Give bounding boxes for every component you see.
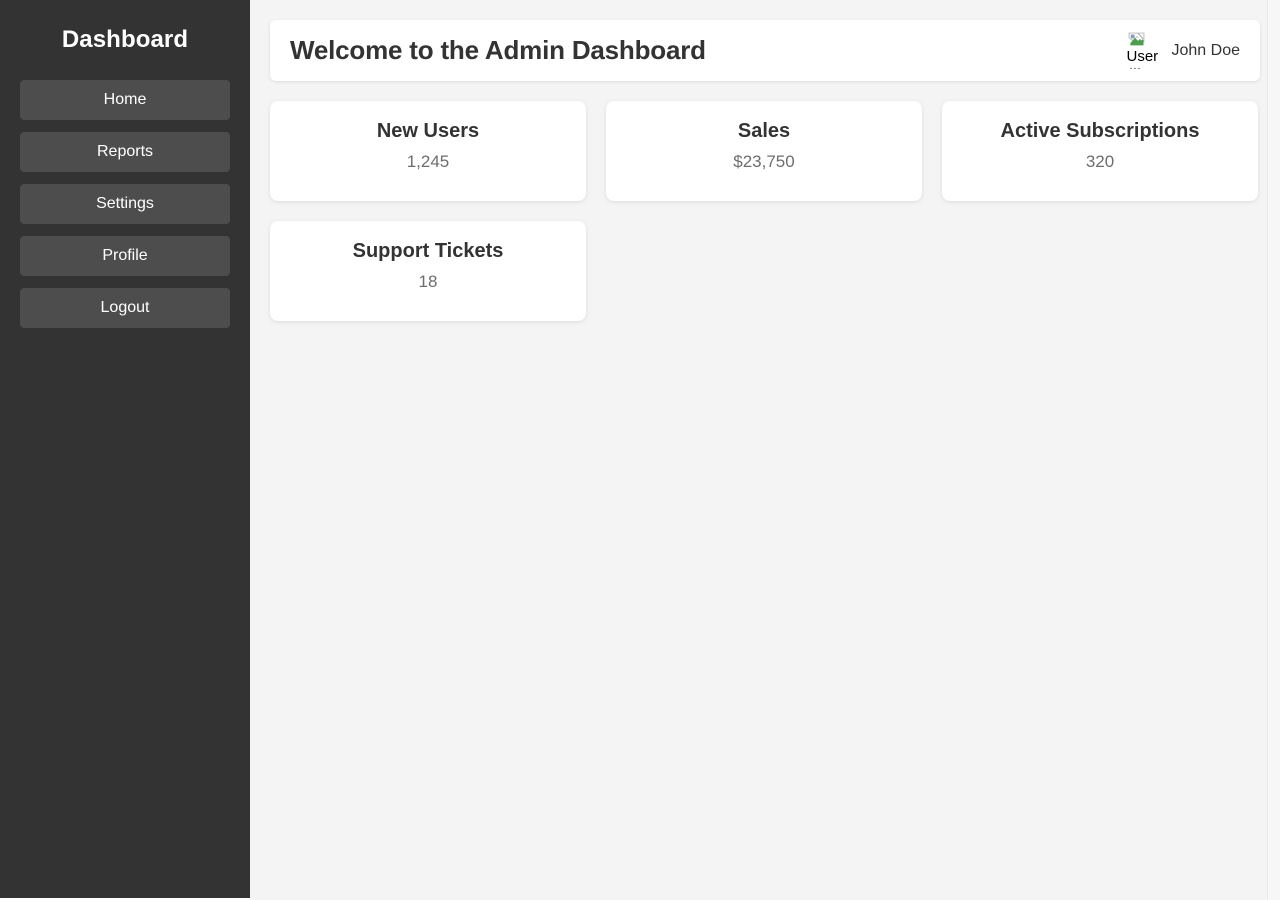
stat-card-sales[interactable]: Sales $23,750 [606,101,922,201]
avatar-broken-dash: --- [1130,67,1144,70]
sidebar-nav: Home Reports Settings Profile Logout [20,80,230,328]
stat-card-title: Active Subscriptions [1000,120,1200,142]
page-right-gutter [1268,0,1280,900]
sidebar-item-home[interactable]: Home [20,80,230,120]
stat-card-value: $23,750 [733,152,795,171]
stat-card-new-users[interactable]: New Users 1,245 [270,101,586,201]
user-name: John Doe [1171,41,1241,59]
sidebar-item-settings[interactable]: Settings [20,184,230,224]
stat-card-support-tickets[interactable]: Support Tickets 18 [270,221,586,321]
stat-card-value: 18 [418,272,438,291]
sidebar-item-logout[interactable]: Logout [20,288,230,328]
user-area[interactable]: User --- John Doe [1126,31,1241,71]
page-title: Welcome to the Admin Dashboard [290,35,706,65]
sidebar-title: Dashboard [61,26,189,53]
stat-card-grid: New Users 1,245 Sales $23,750 Active Sub… [270,101,1260,321]
stat-card-value: 1,245 [406,152,450,171]
main-content: Welcome to the Admin Dashboard User --- … [250,0,1280,900]
stat-card-title: Sales [737,120,791,142]
avatar: User --- [1126,31,1162,71]
sidebar-item-reports[interactable]: Reports [20,132,230,172]
broken-image-icon [1128,32,1144,45]
app-root: Dashboard Home Reports Settings Profile … [0,0,1280,900]
stat-card-active-subscriptions[interactable]: Active Subscriptions 320 [942,101,1258,201]
stat-card-title: Support Tickets [352,240,504,262]
sidebar-item-profile[interactable]: Profile [20,236,230,276]
avatar-alt-text: User [1126,47,1159,65]
stat-card-title: New Users [376,120,480,142]
topbar: Welcome to the Admin Dashboard User --- … [270,20,1260,81]
stat-card-value: 320 [1085,152,1115,171]
content-right-divider [1267,0,1268,900]
sidebar: Dashboard Home Reports Settings Profile … [0,0,250,898]
